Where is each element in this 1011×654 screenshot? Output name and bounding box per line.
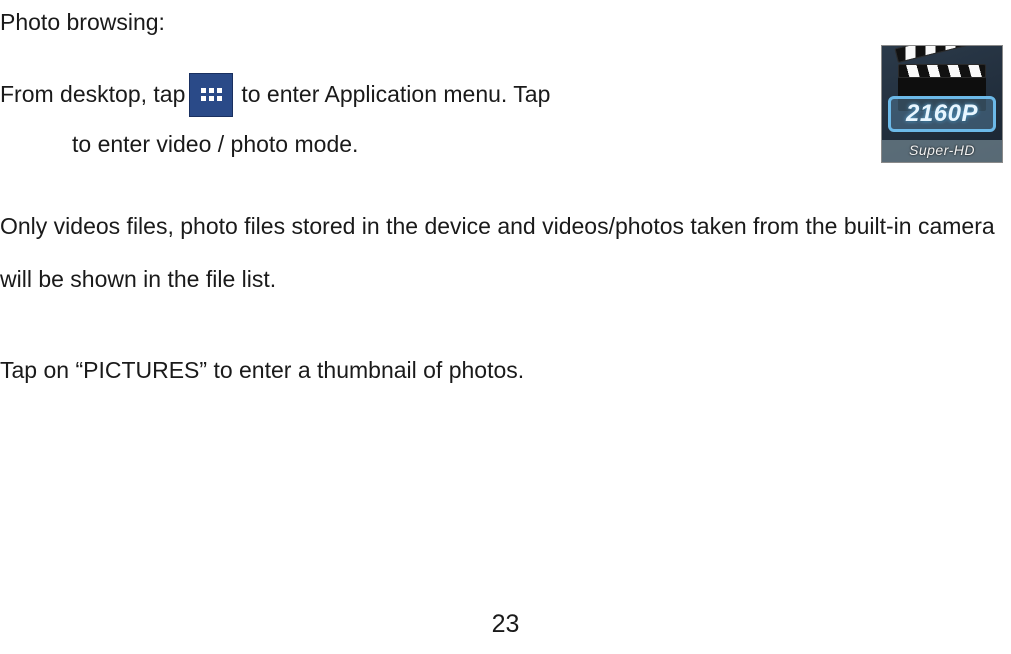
super-hd-label: Super-HD xyxy=(882,140,1002,162)
text-before-icon: From desktop, tap xyxy=(0,77,185,113)
grid-dots-icon xyxy=(201,88,222,101)
instruction-line-1: From desktop, tap to enter Application m… xyxy=(0,73,1011,117)
app-menu-icon xyxy=(189,73,233,117)
section-heading: Photo browsing: xyxy=(0,5,1011,41)
paragraph-pictures: Tap on “PICTURES” to enter a thumbnail o… xyxy=(0,344,1011,397)
document-page: 2160P Super-HD Photo browsing: From desk… xyxy=(0,5,1011,654)
paragraph-file-list: Only videos files, photo files stored in… xyxy=(0,200,1011,306)
page-number: 23 xyxy=(0,605,1011,644)
instruction-line-2: to enter video / photo mode. xyxy=(0,127,1011,163)
text-after-icon: to enter Application menu. Tap xyxy=(241,77,550,113)
